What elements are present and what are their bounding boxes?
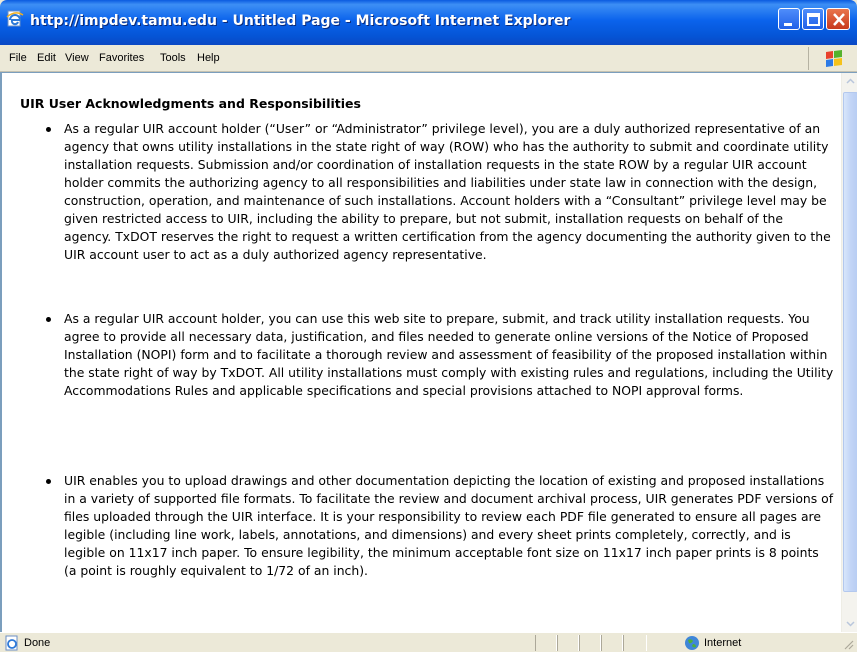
chevron-up-icon — [846, 78, 855, 84]
browser-window: http://impdev.tamu.edu - Untitled Page -… — [0, 0, 857, 652]
ie-page-icon — [6, 10, 24, 27]
close-icon — [833, 13, 845, 26]
security-zone: Internet — [704, 637, 742, 649]
status-panel — [557, 635, 579, 651]
scroll-down-button[interactable] — [842, 615, 857, 632]
status-panel — [623, 635, 647, 651]
menu-help[interactable]: Help — [197, 50, 220, 67]
windows-flag-icon — [826, 50, 842, 67]
list-item: As a regular UIR account holder, you can… — [64, 311, 834, 398]
minimize-icon — [784, 23, 792, 26]
resize-grip-icon[interactable] — [842, 638, 854, 650]
list-item: UIR enables you to upload drawings and o… — [64, 473, 834, 578]
maximize-icon — [807, 13, 820, 26]
scrollbar-thumb[interactable] — [843, 92, 857, 592]
bullet — [46, 479, 51, 484]
menu-bar: File Edit View Favorites Tools Help — [0, 45, 857, 72]
window-title: http://impdev.tamu.edu - Untitled Page -… — [30, 13, 571, 29]
minimize-button[interactable] — [778, 8, 800, 30]
menu-tools[interactable]: Tools — [160, 50, 186, 67]
status-panel — [601, 635, 623, 651]
page-heading: UIR User Acknowledgments and Responsibil… — [20, 96, 361, 111]
bullet — [46, 127, 51, 132]
scroll-up-button[interactable] — [842, 73, 857, 90]
status-panel — [535, 635, 557, 651]
menu-edit[interactable]: Edit — [37, 50, 56, 67]
status-bar: Done Internet — [0, 632, 857, 652]
content-frame: UIR User Acknowledgments and Responsibil… — [0, 72, 857, 633]
ie-page-icon — [5, 635, 18, 651]
bullet — [46, 317, 51, 322]
page-content: UIR User Acknowledgments and Responsibil… — [4, 74, 841, 633]
menu-divider — [808, 47, 809, 70]
menu-favorites[interactable]: Favorites — [99, 50, 144, 67]
chevron-down-icon — [846, 621, 855, 627]
list-item: As a regular UIR account holder (“User” … — [64, 121, 831, 262]
title-bar[interactable]: http://impdev.tamu.edu - Untitled Page -… — [0, 0, 857, 45]
maximize-button[interactable] — [802, 8, 824, 30]
menu-file[interactable]: File — [9, 50, 27, 67]
close-button[interactable] — [826, 8, 850, 30]
menu-view[interactable]: View — [65, 50, 89, 67]
globe-icon — [685, 636, 699, 650]
status-panel — [579, 635, 601, 651]
status-text: Done — [24, 637, 51, 649]
vertical-scrollbar[interactable] — [841, 73, 857, 632]
